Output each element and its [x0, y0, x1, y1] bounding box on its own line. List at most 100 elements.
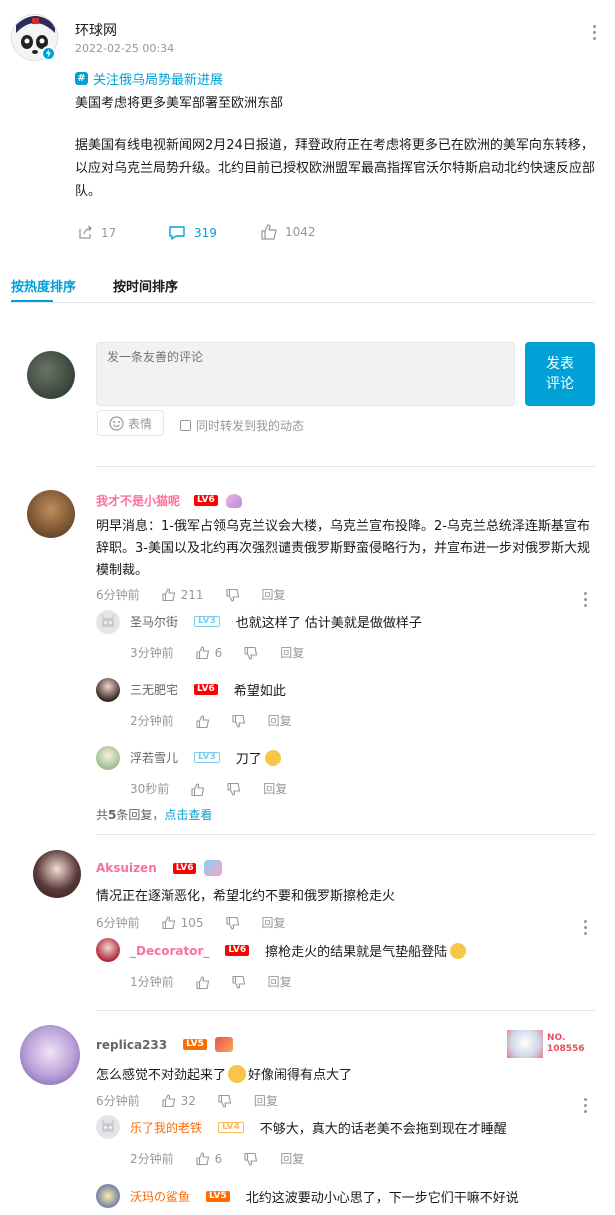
comment-header: replica233 LV5 — [96, 1037, 233, 1052]
like-button[interactable] — [191, 782, 205, 796]
decoration-card: NO. 108556 — [507, 1030, 585, 1058]
share-button[interactable]: 17 — [77, 224, 116, 241]
comment-input[interactable] — [96, 342, 515, 406]
like-button[interactable]: 6 — [196, 1151, 223, 1166]
dislike-icon — [244, 646, 258, 660]
comment-button[interactable]: 319 — [168, 224, 217, 241]
decoration-no: NO. — [547, 1033, 566, 1043]
more-icon[interactable] — [584, 920, 588, 938]
username[interactable]: 乐了我的老铁 — [130, 1119, 202, 1136]
topic-tag[interactable]: # 关注俄乌局势最新进展 — [75, 69, 223, 88]
reply-text: 北约这波要动小心思了，下一步它们干嘛不好说 — [245, 1191, 519, 1206]
reply-button[interactable]: 回复 — [280, 644, 304, 661]
comment-text-a: 怎么感觉不对劲起来了 — [96, 1068, 227, 1083]
avatar[interactable] — [20, 1025, 80, 1085]
forward-label: 同时转发到我的动态 — [196, 419, 305, 433]
more-icon[interactable] — [593, 25, 597, 43]
dislike-icon — [218, 1094, 231, 1108]
like-icon — [196, 1152, 209, 1165]
dislike-button[interactable] — [225, 916, 240, 930]
avatar[interactable] — [96, 610, 120, 634]
avatar[interactable] — [33, 850, 81, 898]
like-button[interactable]: 32 — [162, 1094, 196, 1108]
like-button[interactable]: 1042 — [261, 224, 316, 240]
username[interactable]: 圣马尔街 — [130, 613, 178, 630]
decoration-number: 108556 — [547, 1044, 585, 1054]
like-button[interactable]: 6 — [196, 646, 222, 660]
like-button[interactable] — [196, 975, 210, 989]
like-icon — [261, 224, 277, 240]
fan-badge-icon — [214, 1037, 233, 1052]
comment-text-b: 好像闹得有点大了 — [248, 1068, 353, 1083]
avatar[interactable] — [96, 1115, 120, 1139]
submit-comment-button[interactable]: 发表 评论 — [525, 342, 595, 406]
view-more-link[interactable]: 点击查看 — [164, 808, 212, 822]
cat-emoji-icon — [264, 749, 281, 766]
reply-button[interactable]: 回复 — [280, 1150, 304, 1167]
reply-button[interactable]: 回复 — [254, 1092, 278, 1109]
username[interactable]: replica233 — [96, 1038, 167, 1052]
username[interactable]: Aksuizen — [96, 861, 157, 875]
reply-header: 三无肥宅 LV6 希望如此 — [130, 680, 286, 699]
tabs-divider — [11, 302, 595, 303]
comment-icon — [169, 226, 185, 240]
like-count: 105 — [180, 915, 204, 930]
avatar[interactable] — [96, 678, 120, 702]
reply-meta: 30秒前 回复 — [130, 780, 287, 797]
dislike-button[interactable] — [218, 1094, 232, 1108]
reply-time: 2分钟前 — [130, 714, 174, 728]
avatar[interactable] — [96, 746, 120, 770]
level-badge: LV5 — [206, 1191, 230, 1202]
post-body: 据美国有线电视新闻网2月24日报道，拜登政府正在考虑将更多已在欧洲的美军向东转移… — [75, 138, 596, 199]
dislike-button[interactable] — [244, 646, 258, 660]
dislike-button[interactable] — [225, 588, 240, 602]
dislike-button[interactable] — [232, 714, 246, 728]
username[interactable]: 浮若雪儿 — [130, 749, 178, 766]
more-icon[interactable] — [584, 1098, 588, 1116]
view-more-replies: 共5条回复，点击查看 — [96, 806, 212, 823]
tab-hot[interactable]: 按热度排序 — [11, 276, 76, 295]
avatar[interactable] — [96, 938, 120, 962]
reply-button[interactable]: 回复 — [263, 780, 287, 797]
dislike-icon — [225, 916, 239, 930]
publisher-name[interactable]: 环球网 — [75, 20, 117, 40]
like-count: 6 — [214, 1151, 223, 1166]
forward-checkbox[interactable] — [180, 420, 191, 431]
dislike-button[interactable] — [232, 975, 246, 989]
more-prefix: 共 — [96, 808, 109, 822]
forward-option[interactable]: 同时转发到我的动态 — [180, 417, 304, 434]
reply-header: 圣马尔街 LV3 也就这样了 估计美就是做做样子 — [130, 612, 422, 631]
like-button[interactable]: 211 — [162, 588, 204, 602]
like-count: 32 — [180, 1093, 196, 1108]
fan-badge-icon — [225, 493, 242, 508]
reply-button[interactable]: 回复 — [268, 712, 292, 729]
more-icon[interactable] — [584, 592, 588, 610]
reply-header: 沃玛の鲨鱼 LV5 北约这波要动小心思了，下一步它们干嘛不好说 — [130, 1187, 519, 1206]
reply-text: 刀了 — [235, 752, 262, 767]
reply-time: 2分钟前 — [130, 1152, 174, 1166]
username[interactable]: _Decorator_ — [130, 944, 209, 958]
tab-time[interactable]: 按时间排序 — [113, 276, 178, 295]
cat-emoji-icon — [450, 942, 467, 959]
username[interactable]: 我才不是小猫呢 — [96, 492, 180, 509]
dislike-button[interactable] — [244, 1152, 258, 1166]
dislike-icon — [232, 714, 245, 728]
username[interactable]: 三无肥宅 — [130, 681, 178, 698]
dislike-icon — [244, 1152, 258, 1166]
emoji-button[interactable]: 表情 — [97, 410, 164, 436]
avatar[interactable] — [96, 1184, 120, 1208]
dislike-button[interactable] — [227, 782, 241, 796]
avatar[interactable] — [27, 490, 75, 538]
reply-header: 乐了我的老铁 LV4 不够大，真大的话老美不会拖到现在才睡醒 — [130, 1118, 507, 1137]
more-suffix: 条回复， — [116, 808, 165, 822]
reply-time: 30秒前 — [130, 782, 170, 796]
username[interactable]: 沃玛の鲨鱼 — [130, 1188, 190, 1205]
reply-button[interactable]: 回复 — [262, 586, 286, 603]
my-avatar — [27, 351, 75, 399]
comment-time: 6分钟前 — [96, 588, 140, 602]
reply-button[interactable]: 回复 — [262, 914, 286, 931]
post-timestamp: 2022-02-25 00:34 — [75, 42, 175, 55]
like-button[interactable] — [196, 714, 210, 728]
reply-button[interactable]: 回复 — [268, 973, 292, 990]
like-button[interactable]: 105 — [162, 916, 204, 930]
